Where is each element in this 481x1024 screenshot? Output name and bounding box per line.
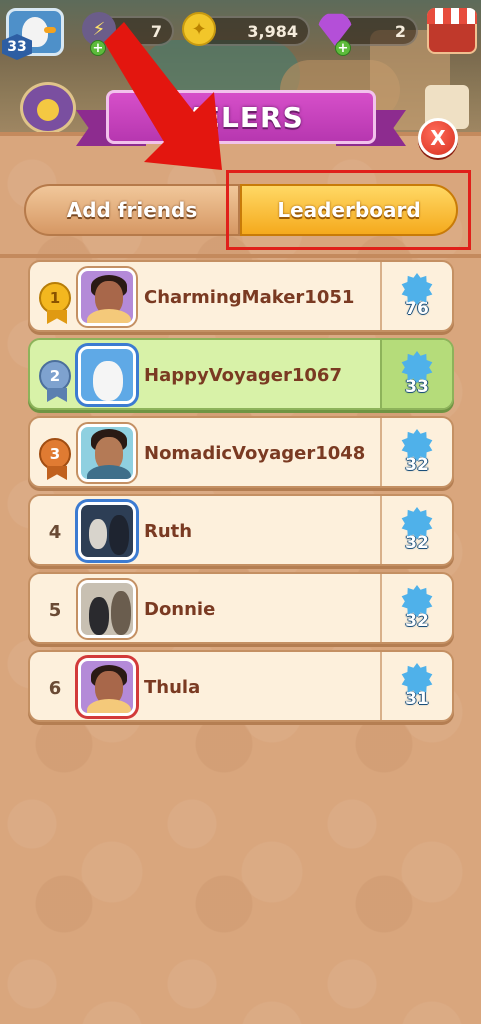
gold-medal-icon: 1 bbox=[39, 282, 71, 314]
add-gems-button[interactable]: + bbox=[335, 40, 351, 56]
add-energy-button[interactable]: + bbox=[90, 40, 106, 56]
rank-cell: 1 bbox=[36, 262, 74, 334]
player-name: HappyVoyager1067 bbox=[144, 365, 342, 386]
coin-value: 3,984 bbox=[247, 21, 298, 41]
bronze-medal-icon: 3 bbox=[39, 438, 71, 470]
panel-title: VELERS bbox=[178, 100, 304, 134]
avatar-body bbox=[87, 309, 131, 323]
photo-figure bbox=[89, 519, 107, 549]
score-cell: 31 bbox=[380, 652, 452, 720]
avatar-body bbox=[87, 699, 131, 713]
panel-tabs: Add friends Leaderboard bbox=[24, 184, 458, 236]
rank-number: 5 bbox=[48, 599, 62, 621]
leaderboard-row[interactable]: 5 Donnie 32 bbox=[28, 572, 454, 644]
energy-value: 7 bbox=[150, 21, 162, 41]
rank-cell: 5 bbox=[36, 574, 74, 646]
score-cell: 32 bbox=[380, 574, 452, 642]
title-ribbon: VELERS bbox=[76, 80, 406, 158]
rank-cell: 6 bbox=[36, 652, 74, 724]
player-name: CharmingMaker1051 bbox=[144, 287, 355, 308]
rank-number: 4 bbox=[48, 521, 62, 543]
silver-medal-icon: 2 bbox=[39, 360, 71, 392]
score-cell: 32 bbox=[380, 496, 452, 564]
photo-figure bbox=[111, 591, 131, 635]
avatar[interactable] bbox=[78, 346, 136, 404]
rank-cell: 4 bbox=[36, 496, 74, 568]
player-name: Thula bbox=[144, 677, 201, 698]
coin-icon: ✦ bbox=[182, 12, 216, 46]
tab-leaderboard[interactable]: Leaderboard bbox=[240, 184, 458, 236]
divider bbox=[0, 254, 481, 258]
avatar[interactable] bbox=[78, 424, 136, 482]
leaderboard-row[interactable]: 1 CharmingMaker1051 76 bbox=[28, 260, 454, 332]
leaderboard-row[interactable]: 3 NomadicVoyager1048 32 bbox=[28, 416, 454, 488]
top-hud: 33 7 ⚡ + 3,984 ✦ 2 + bbox=[0, 8, 481, 60]
photo-figure bbox=[109, 515, 129, 555]
rank-cell: 3 bbox=[36, 418, 74, 490]
shop-icon[interactable] bbox=[427, 8, 477, 54]
rank-number: 6 bbox=[48, 677, 62, 699]
player-name: Donnie bbox=[144, 599, 216, 620]
leaderboard-row[interactable]: 4 Ruth 32 bbox=[28, 494, 454, 566]
avatar-body bbox=[87, 465, 131, 479]
avatar[interactable] bbox=[78, 580, 136, 638]
leaderboard-row[interactable]: 6 Thula 31 bbox=[28, 650, 454, 722]
player-name: NomadicVoyager1048 bbox=[144, 443, 366, 464]
leaderboard-row-current-user[interactable]: 2 HappyVoyager1067 33 bbox=[28, 338, 454, 410]
score-cell: 76 bbox=[380, 262, 452, 330]
gem-value: 2 bbox=[394, 21, 406, 41]
rank-cell: 2 bbox=[36, 340, 74, 412]
side-menu-button[interactable] bbox=[20, 82, 76, 134]
close-button[interactable]: X bbox=[418, 118, 458, 158]
avatar[interactable] bbox=[78, 268, 136, 326]
tab-add-friends[interactable]: Add friends bbox=[24, 184, 240, 236]
player-name: Ruth bbox=[144, 521, 193, 542]
seagull-icon bbox=[93, 361, 123, 401]
score-cell: 32 bbox=[380, 418, 452, 486]
avatar[interactable] bbox=[78, 502, 136, 560]
photo-figure bbox=[89, 597, 109, 635]
avatar[interactable] bbox=[78, 658, 136, 716]
ribbon-banner: VELERS bbox=[106, 90, 376, 144]
score-cell: 33 bbox=[380, 340, 452, 408]
